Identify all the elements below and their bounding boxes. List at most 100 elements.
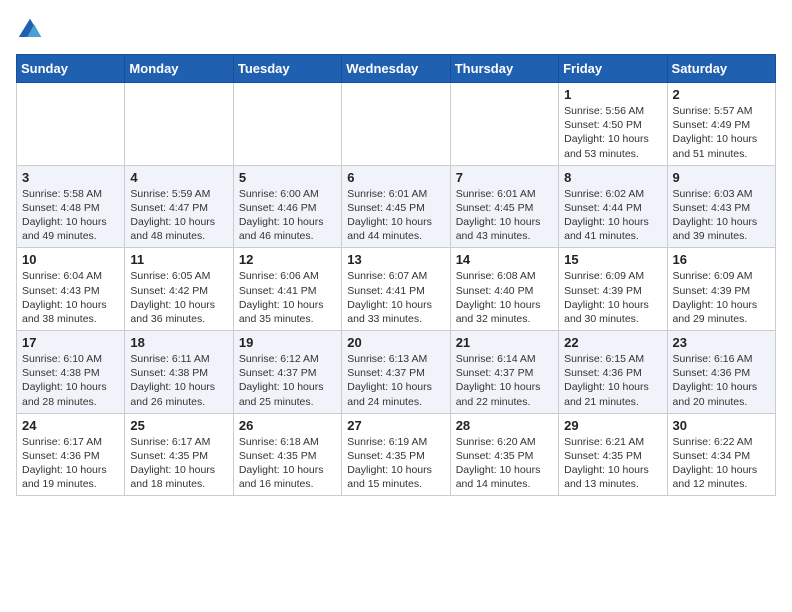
day-number: 20: [347, 335, 444, 350]
day-number: 8: [564, 170, 661, 185]
day-number: 28: [456, 418, 553, 433]
calendar-cell: 27 Sunrise: 6:19 AMSunset: 4:35 PMDayligh…: [342, 413, 450, 496]
calendar-cell: 15Sunrise: 6:09 AMSunset: 4:39 PMDayligh…: [559, 248, 667, 331]
day-number: 4: [130, 170, 227, 185]
day-info: Sunrise: 6:05 AMSunset: 4:42 PMDaylight:…: [130, 269, 227, 326]
day-info: Sunrise: 6:02 AMSunset: 4:44 PMDaylight:…: [564, 187, 661, 244]
day-number: 21: [456, 335, 553, 350]
calendar-cell: 12 Sunrise: 6:06 AMSunset: 4:41 PMDayligh…: [233, 248, 341, 331]
header: [16, 16, 776, 44]
day-number: 23: [673, 335, 770, 350]
calendar-cell: [125, 83, 233, 166]
day-number: 12: [239, 252, 336, 267]
day-number: 10: [22, 252, 119, 267]
day-number: 22: [564, 335, 661, 350]
day-info: Sunrise: 6:09 AMSunset: 4:39 PMDaylight:…: [564, 269, 661, 326]
day-info: Sunrise: 6:00 AMSunset: 4:46 PMDaylight:…: [239, 187, 336, 244]
day-info: Sunrise: 6:12 AMSunset: 4:37 PMDaylight:…: [239, 352, 336, 409]
calendar-cell: 22 Sunrise: 6:15 AMSunset: 4:36 PMDayligh…: [559, 331, 667, 414]
day-info: Sunrise: 6:18 AMSunset: 4:35 PMDaylight:…: [239, 435, 336, 492]
day-info: Sunrise: 6:17 AMSunset: 4:36 PMDaylight:…: [22, 435, 119, 492]
calendar-cell: 18 Sunrise: 6:11 AMSunset: 4:38 PMDayligh…: [125, 331, 233, 414]
calendar-cell: 13Sunrise: 6:07 AMSunset: 4:41 PMDayligh…: [342, 248, 450, 331]
day-number: 17: [22, 335, 119, 350]
calendar-cell: [17, 83, 125, 166]
calendar-cell: 16 Sunrise: 6:09 AMSunset: 4:39 PMDayligh…: [667, 248, 775, 331]
day-number: 5: [239, 170, 336, 185]
day-info: Sunrise: 6:13 AMSunset: 4:37 PMDaylight:…: [347, 352, 444, 409]
day-number: 13: [347, 252, 444, 267]
calendar-cell: 24 Sunrise: 6:17 AMSunset: 4:36 PMDayligh…: [17, 413, 125, 496]
day-number: 6: [347, 170, 444, 185]
calendar-cell: 7 Sunrise: 6:01 AMSunset: 4:45 PMDaylight…: [450, 165, 558, 248]
weekday-header-saturday: Saturday: [667, 55, 775, 83]
day-info: Sunrise: 6:21 AMSunset: 4:35 PMDaylight:…: [564, 435, 661, 492]
day-info: Sunrise: 6:11 AMSunset: 4:38 PMDaylight:…: [130, 352, 227, 409]
calendar-cell: [342, 83, 450, 166]
day-number: 9: [673, 170, 770, 185]
weekday-header-monday: Monday: [125, 55, 233, 83]
day-info: Sunrise: 6:04 AMSunset: 4:43 PMDaylight:…: [22, 269, 119, 326]
calendar-week-1: 1 Sunrise: 5:56 AMSunset: 4:50 PMDaylight…: [17, 83, 776, 166]
day-info: Sunrise: 6:15 AMSunset: 4:36 PMDaylight:…: [564, 352, 661, 409]
day-number: 1: [564, 87, 661, 102]
day-info: Sunrise: 6:06 AMSunset: 4:41 PMDaylight:…: [239, 269, 336, 326]
calendar-table: SundayMondayTuesdayWednesdayThursdayFrid…: [16, 54, 776, 496]
weekday-header-wednesday: Wednesday: [342, 55, 450, 83]
logo: [16, 16, 48, 44]
day-number: 30: [673, 418, 770, 433]
day-info: Sunrise: 6:17 AMSunset: 4:35 PMDaylight:…: [130, 435, 227, 492]
day-number: 24: [22, 418, 119, 433]
calendar-cell: 9Sunrise: 6:03 AMSunset: 4:43 PMDaylight…: [667, 165, 775, 248]
calendar-cell: 10 Sunrise: 6:04 AMSunset: 4:43 PMDayligh…: [17, 248, 125, 331]
weekday-row: SundayMondayTuesdayWednesdayThursdayFrid…: [17, 55, 776, 83]
calendar-cell: 26 Sunrise: 6:18 AMSunset: 4:35 PMDayligh…: [233, 413, 341, 496]
day-number: 16: [673, 252, 770, 267]
calendar-cell: 2 Sunrise: 5:57 AMSunset: 4:49 PMDaylight…: [667, 83, 775, 166]
day-info: Sunrise: 6:20 AMSunset: 4:35 PMDaylight:…: [456, 435, 553, 492]
day-number: 27: [347, 418, 444, 433]
day-number: 7: [456, 170, 553, 185]
day-info: Sunrise: 6:01 AMSunset: 4:45 PMDaylight:…: [456, 187, 553, 244]
day-info: Sunrise: 6:14 AMSunset: 4:37 PMDaylight:…: [456, 352, 553, 409]
day-number: 29: [564, 418, 661, 433]
day-number: 2: [673, 87, 770, 102]
weekday-header-thursday: Thursday: [450, 55, 558, 83]
calendar-cell: [450, 83, 558, 166]
calendar-cell: 25 Sunrise: 6:17 AMSunset: 4:35 PMDayligh…: [125, 413, 233, 496]
logo-icon: [16, 16, 44, 44]
day-number: 11: [130, 252, 227, 267]
day-info: Sunrise: 5:57 AMSunset: 4:49 PMDaylight:…: [673, 104, 770, 161]
calendar-week-5: 24 Sunrise: 6:17 AMSunset: 4:36 PMDayligh…: [17, 413, 776, 496]
calendar-cell: 17 Sunrise: 6:10 AMSunset: 4:38 PMDayligh…: [17, 331, 125, 414]
calendar-cell: 20 Sunrise: 6:13 AMSunset: 4:37 PMDayligh…: [342, 331, 450, 414]
day-info: Sunrise: 6:19 AMSunset: 4:35 PMDaylight:…: [347, 435, 444, 492]
calendar-cell: 6 Sunrise: 6:01 AMSunset: 4:45 PMDaylight…: [342, 165, 450, 248]
day-info: Sunrise: 6:10 AMSunset: 4:38 PMDaylight:…: [22, 352, 119, 409]
day-info: Sunrise: 6:22 AMSunset: 4:34 PMDaylight:…: [673, 435, 770, 492]
calendar-cell: 28 Sunrise: 6:20 AMSunset: 4:35 PMDayligh…: [450, 413, 558, 496]
calendar-cell: 4Sunrise: 5:59 AMSunset: 4:47 PMDaylight…: [125, 165, 233, 248]
day-number: 25: [130, 418, 227, 433]
calendar-cell: 29 Sunrise: 6:21 AMSunset: 4:35 PMDayligh…: [559, 413, 667, 496]
day-number: 3: [22, 170, 119, 185]
calendar-cell: 30 Sunrise: 6:22 AMSunset: 4:34 PMDayligh…: [667, 413, 775, 496]
calendar-cell: 11 Sunrise: 6:05 AMSunset: 4:42 PMDayligh…: [125, 248, 233, 331]
day-info: Sunrise: 6:01 AMSunset: 4:45 PMDaylight:…: [347, 187, 444, 244]
day-number: 14: [456, 252, 553, 267]
day-number: 26: [239, 418, 336, 433]
weekday-header-sunday: Sunday: [17, 55, 125, 83]
calendar-cell: 1 Sunrise: 5:56 AMSunset: 4:50 PMDaylight…: [559, 83, 667, 166]
day-info: Sunrise: 6:09 AMSunset: 4:39 PMDaylight:…: [673, 269, 770, 326]
calendar-cell: 23Sunrise: 6:16 AMSunset: 4:36 PMDayligh…: [667, 331, 775, 414]
calendar-cell: 14Sunrise: 6:08 AMSunset: 4:40 PMDayligh…: [450, 248, 558, 331]
calendar-cell: 21 Sunrise: 6:14 AMSunset: 4:37 PMDayligh…: [450, 331, 558, 414]
weekday-header-tuesday: Tuesday: [233, 55, 341, 83]
day-info: Sunrise: 5:56 AMSunset: 4:50 PMDaylight:…: [564, 104, 661, 161]
calendar-header: SundayMondayTuesdayWednesdayThursdayFrid…: [17, 55, 776, 83]
day-info: Sunrise: 5:58 AMSunset: 4:48 PMDaylight:…: [22, 187, 119, 244]
day-number: 18: [130, 335, 227, 350]
day-number: 19: [239, 335, 336, 350]
calendar-week-4: 17 Sunrise: 6:10 AMSunset: 4:38 PMDayligh…: [17, 331, 776, 414]
calendar-cell: 8 Sunrise: 6:02 AMSunset: 4:44 PMDaylight…: [559, 165, 667, 248]
